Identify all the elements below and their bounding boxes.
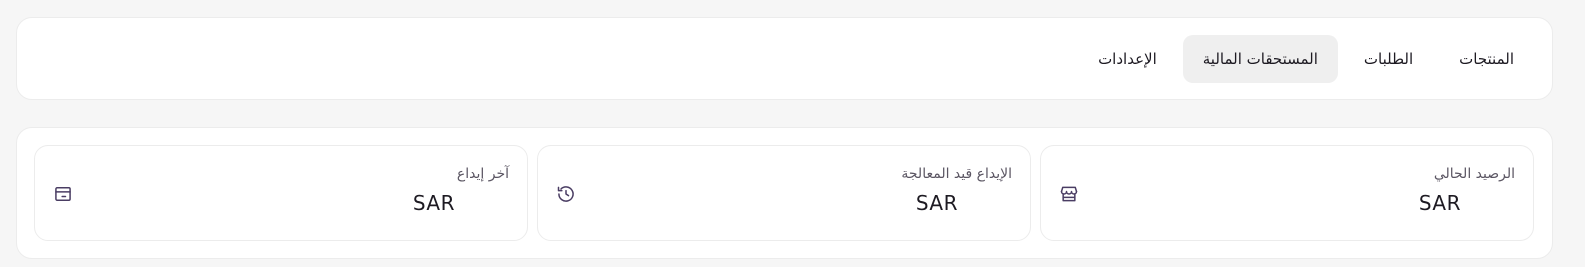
tab-products[interactable]: المنتجات xyxy=(1439,35,1534,83)
last-deposit-label: آخر إيداع xyxy=(456,166,509,182)
last-deposit-value: SAR xyxy=(412,191,455,215)
last-deposit-card: آخر إيداع SAR xyxy=(34,145,528,241)
current-balance-card: الرصيد الحالي SAR xyxy=(1040,145,1534,241)
stats-card: الرصيد الحالي SAR الإيداع قيد المعالجة S… xyxy=(16,127,1553,259)
tab-orders[interactable]: الطلبات xyxy=(1344,35,1433,83)
history-icon xyxy=(555,183,577,205)
pending-deposit-value: SAR xyxy=(915,191,958,215)
tab-settings[interactable]: الإعدادات xyxy=(1078,35,1177,83)
tab-payouts[interactable]: المستحقات المالية xyxy=(1182,35,1338,83)
pending-deposit-label: الإيداع قيد المعالجة xyxy=(901,166,1012,182)
current-balance-label: الرصيد الحالي xyxy=(1433,166,1515,182)
store-icon xyxy=(1058,183,1080,205)
tab-bar: المنتجات الطلبات المستحقات المالية الإعد… xyxy=(1078,35,1534,83)
pending-deposit-card: الإيداع قيد المعالجة SAR xyxy=(537,145,1031,241)
nav-card: المنتجات الطلبات المستحقات المالية الإعد… xyxy=(16,17,1553,100)
current-balance-value: SAR xyxy=(1418,191,1461,215)
card-icon xyxy=(52,183,74,205)
